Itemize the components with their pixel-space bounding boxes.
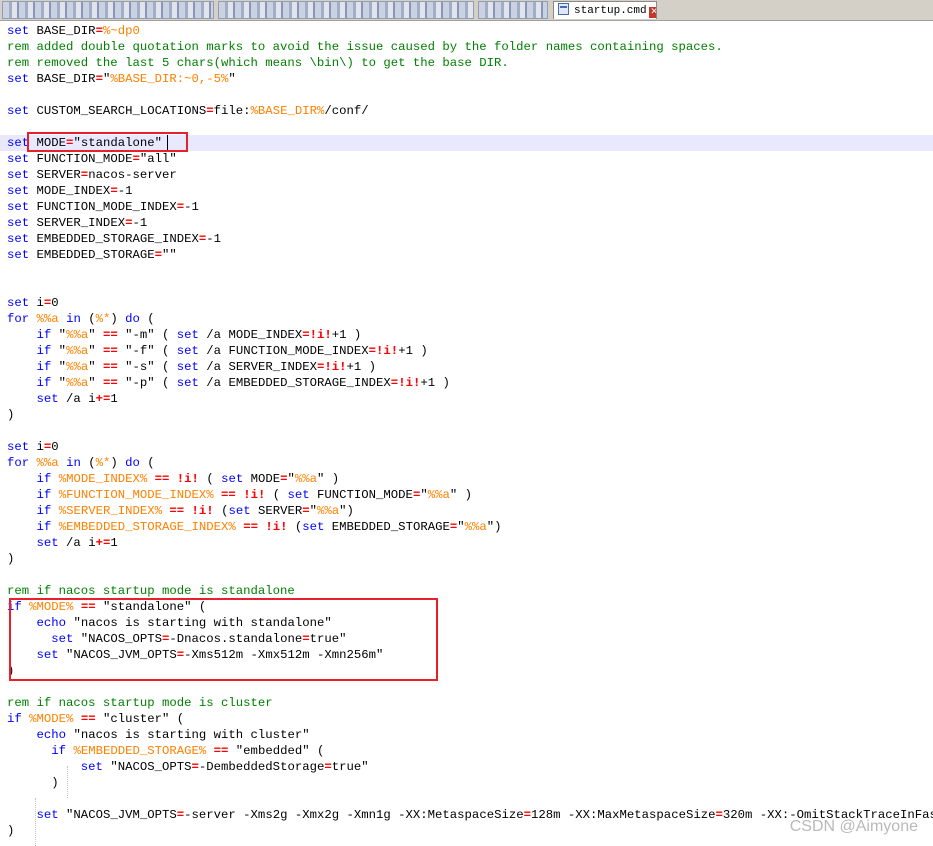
code-line[interactable] xyxy=(0,423,933,439)
code-line[interactable]: set CUSTOM_SEARCH_LOCATIONS=file:%BASE_D… xyxy=(0,103,933,119)
code-line[interactable]: set FUNCTION_MODE="all" xyxy=(0,151,933,167)
code-line[interactable]: set SERVER_INDEX=-1 xyxy=(0,215,933,231)
code-line[interactable]: set EMBEDDED_STORAGE_INDEX=-1 xyxy=(0,231,933,247)
code-line[interactable]: set i=0 xyxy=(0,295,933,311)
code-line[interactable]: if %MODE% == "cluster" ( xyxy=(0,711,933,727)
code-line[interactable]: if "%%a" == "-m" ( set /a MODE_INDEX=!i!… xyxy=(0,327,933,343)
code-line[interactable]: for %%a in (%*) do ( xyxy=(0,455,933,471)
code-line[interactable]: if "%%a" == "-p" ( set /a EMBEDDED_STORA… xyxy=(0,375,933,391)
tab-bar: startup.cmd✕ xyxy=(0,0,933,21)
code-line[interactable]: ) xyxy=(0,407,933,423)
code-line[interactable]: echo "nacos is starting with cluster" xyxy=(0,727,933,743)
code-line[interactable]: set EMBEDDED_STORAGE="" xyxy=(0,247,933,263)
code-line[interactable] xyxy=(0,567,933,583)
code-line[interactable]: rem added double quotation marks to avoi… xyxy=(0,39,933,55)
tab-blurred-2[interactable] xyxy=(218,1,474,19)
code-line[interactable]: ) xyxy=(0,551,933,567)
tab-blurred-3[interactable] xyxy=(478,1,548,19)
code-line[interactable] xyxy=(0,791,933,807)
code-line[interactable]: set FUNCTION_MODE_INDEX=-1 xyxy=(0,199,933,215)
code-line[interactable]: if %MODE_INDEX% == !i! ( set MODE="%%a" … xyxy=(0,471,933,487)
code-line[interactable]: set SERVER=nacos-server xyxy=(0,167,933,183)
code-line[interactable]: set /a i+=1 xyxy=(0,391,933,407)
file-icon xyxy=(558,3,569,15)
annotation-box-mode xyxy=(27,132,188,152)
code-line[interactable]: rem if nacos startup mode is standalone xyxy=(0,583,933,599)
tab-blurred-1[interactable] xyxy=(2,1,214,19)
code-line[interactable]: if %EMBEDDED_STORAGE% == "embedded" ( xyxy=(0,743,933,759)
code-line[interactable]: if %FUNCTION_MODE_INDEX% == !i! ( set FU… xyxy=(0,487,933,503)
code-line[interactable]: rem if nacos startup mode is cluster xyxy=(0,695,933,711)
code-line[interactable]: if "%%a" == "-s" ( set /a SERVER_INDEX=!… xyxy=(0,359,933,375)
code-line[interactable]: if "%%a" == "-f" ( set /a FUNCTION_MODE_… xyxy=(0,343,933,359)
code-line[interactable]: set /a i+=1 xyxy=(0,535,933,551)
code-line[interactable]: set MODE_INDEX=-1 xyxy=(0,183,933,199)
code-line[interactable]: if %EMBEDDED_STORAGE_INDEX% == !i! (set … xyxy=(0,519,933,535)
code-line[interactable]: set "NACOS_OPTS=-DembeddedStorage=true" xyxy=(0,759,933,775)
code-line[interactable]: rem removed the last 5 chars(which means… xyxy=(0,55,933,71)
code-line[interactable] xyxy=(0,87,933,103)
annotation-box-standalone-block xyxy=(9,598,438,681)
tab-startup-cmd[interactable]: startup.cmd✕ xyxy=(553,1,657,19)
code-line[interactable]: ) xyxy=(0,775,933,791)
tab-close-icon[interactable]: ✕ xyxy=(648,7,656,18)
code-line[interactable]: set BASE_DIR=%~dp0 xyxy=(0,23,933,39)
code-line[interactable] xyxy=(0,263,933,279)
watermark: CSDN @Aimyone xyxy=(789,818,918,835)
code-line[interactable]: if %SERVER_INDEX% == !i! (set SERVER="%%… xyxy=(0,503,933,519)
tab-label: startup.cmd xyxy=(574,5,647,17)
code-line[interactable] xyxy=(0,679,933,695)
code-line[interactable]: set i=0 xyxy=(0,439,933,455)
code-line[interactable]: for %%a in (%*) do ( xyxy=(0,311,933,327)
code-line[interactable]: set BASE_DIR="%BASE_DIR:~0,-5%" xyxy=(0,71,933,87)
code-line[interactable] xyxy=(0,279,933,295)
